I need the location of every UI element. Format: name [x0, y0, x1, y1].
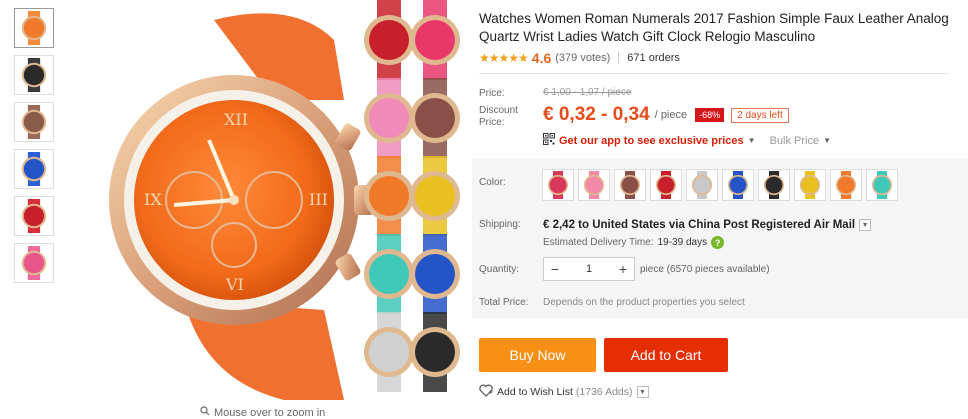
color-swatch-1[interactable]: [542, 169, 574, 201]
delivery-days: 19-39 days: [657, 237, 708, 248]
add-to-cart-button[interactable]: Add to Cart: [604, 338, 728, 372]
thumbnail-strip: [14, 8, 56, 290]
color-swatch-7[interactable]: [758, 169, 790, 201]
zoom-hint: Mouse over to zoom in: [200, 406, 325, 419]
product-info-panel: Watches Women Roman Numerals 2017 Fashio…: [472, 0, 968, 419]
total-price-note: Depends on the product properties you se…: [543, 297, 745, 308]
current-price: € 0,32 - 0,34: [543, 104, 650, 125]
svg-text:XII: XII: [224, 110, 248, 129]
bulk-price-link[interactable]: Bulk Price: [770, 135, 820, 147]
quantity-availability: piece (6570 pieces available): [640, 264, 770, 275]
color-swatch-8[interactable]: [794, 169, 826, 201]
discount-price-label-line1: Discount: [479, 105, 518, 116]
chevron-down-icon[interactable]: ▼: [859, 219, 872, 231]
chevron-down-icon[interactable]: ▼: [823, 136, 831, 145]
thumbnail-6[interactable]: [14, 243, 54, 283]
divider: [479, 73, 949, 74]
shipping-row: € 2,42 to United States via China Post R…: [543, 219, 872, 231]
app-promo-row: Get our app to see exclusive prices ▼ Bu…: [543, 133, 831, 148]
thumbnail-1[interactable]: [14, 8, 54, 48]
votes-link[interactable]: (379 votes): [555, 52, 610, 64]
discount-price-label-line2: Price:: [479, 117, 505, 128]
color-swatch-10[interactable]: [866, 169, 898, 201]
discount-price-row: € 0,32 - 0,34 / piece -68% 2 days left: [543, 104, 789, 126]
color-label: Color:: [479, 177, 506, 188]
original-price: € 1,00 - 1,07 / piece: [543, 87, 632, 98]
price-unit: / piece: [654, 109, 688, 121]
buy-now-button[interactable]: Buy Now: [479, 338, 596, 372]
chevron-down-icon[interactable]: ▼: [748, 136, 756, 145]
rating-stars: ★★★★★: [479, 51, 529, 65]
quantity-decrease-button[interactable]: −: [544, 261, 566, 277]
svg-text:VI: VI: [225, 275, 244, 294]
thumbnail-5[interactable]: [14, 196, 54, 236]
zoom-hint-text: Mouse over to zoom in: [214, 406, 326, 419]
color-swatch-2[interactable]: [578, 169, 610, 201]
delivery-label: Estimated Delivery Time:: [543, 237, 654, 248]
color-swatch-4[interactable]: [650, 169, 682, 201]
quantity-label: Quantity:: [479, 264, 520, 275]
discount-badge: -68%: [695, 108, 725, 122]
days-left-badge: 2 days left: [731, 107, 789, 123]
rating-row: ★★★★★ 4.6 (379 votes) 671 orders: [479, 50, 680, 66]
svg-text:III: III: [309, 190, 328, 209]
color-swatches: [542, 169, 898, 201]
app-prices-link[interactable]: Get our app to see exclusive prices: [559, 135, 744, 147]
chevron-down-icon[interactable]: ▼: [636, 386, 649, 398]
thumbnail-2[interactable]: [14, 55, 54, 95]
shipping-text: € 2,42 to United States via China Post R…: [543, 219, 856, 231]
shipping-label: Shipping:: [479, 219, 521, 230]
delivery-estimate: Estimated Delivery Time: 19-39 days ?: [543, 236, 725, 249]
quantity-stepper: − 1 +: [543, 257, 635, 281]
quantity-increase-button[interactable]: +: [612, 261, 634, 277]
svg-text:IX: IX: [144, 190, 162, 209]
wish-list-link[interactable]: Add to Wish List: [497, 386, 573, 398]
quantity-input[interactable]: 1: [566, 263, 612, 275]
help-icon[interactable]: ?: [711, 236, 725, 249]
orders-count: 671 orders: [627, 52, 680, 64]
total-price-label: Total Price:: [479, 297, 529, 308]
color-swatch-3[interactable]: [614, 169, 646, 201]
divider: [618, 52, 620, 64]
magnifier-icon: [200, 406, 210, 419]
thumbnail-4[interactable]: [14, 149, 54, 189]
wish-list-row[interactable]: Add to Wish List (1736 Adds) ▼: [479, 384, 649, 400]
thumbnail-3[interactable]: [14, 102, 54, 142]
rating-value: 4.6: [531, 50, 552, 66]
heart-icon: [479, 384, 493, 400]
wish-count: (1736 Adds): [575, 386, 633, 398]
main-product-image[interactable]: XII III VI IX: [64, 0, 460, 405]
color-swatch-5[interactable]: [686, 169, 718, 201]
color-swatch-9[interactable]: [830, 169, 862, 201]
price-label: Price:: [479, 88, 505, 99]
qr-code-icon: [543, 133, 555, 148]
product-title: Watches Women Roman Numerals 2017 Fashio…: [479, 11, 949, 44]
color-swatch-6[interactable]: [722, 169, 754, 201]
